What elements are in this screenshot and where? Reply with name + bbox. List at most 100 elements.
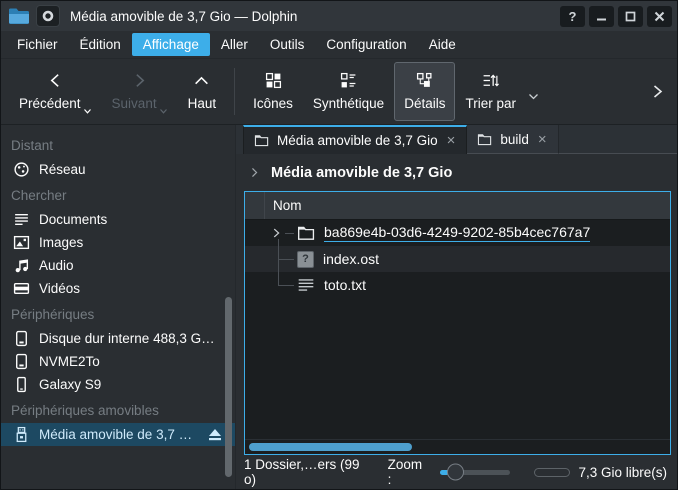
sort-icon: [482, 72, 499, 89]
section-header-search: Chercher: [1, 181, 235, 208]
sort-by-button[interactable]: Trier par: [455, 62, 526, 121]
column-header-nom[interactable]: Nom: [273, 198, 302, 213]
hard-drive-icon: [13, 353, 30, 370]
zoom-slider[interactable]: [440, 470, 510, 475]
sidebar-item-nvme2to[interactable]: NVME2To: [1, 350, 235, 373]
menu-aide[interactable]: Aide: [418, 33, 467, 56]
sidebar-item-galaxy-s9[interactable]: Galaxy S9: [1, 373, 235, 396]
menubar: Fichier Édition Affichage Aller Outils C…: [1, 31, 677, 59]
breadcrumb-location[interactable]: Média amovible de 3,7 Gio: [271, 165, 452, 181]
menu-configuration[interactable]: Configuration: [315, 33, 417, 56]
forward-button[interactable]: Suivant: [102, 62, 178, 121]
sidebar-item-images[interactable]: Images: [1, 231, 235, 254]
menu-edition[interactable]: Édition: [69, 33, 132, 56]
menu-aller[interactable]: Aller: [210, 33, 259, 56]
tree-line: [278, 239, 279, 285]
capacity-bar: [534, 468, 570, 477]
audio-icon: [13, 257, 30, 274]
sidebar-item-documents[interactable]: Documents: [1, 208, 235, 231]
tree-line: [278, 259, 294, 260]
tree-line: [285, 233, 294, 234]
chevron-up-icon: [193, 72, 210, 89]
icons-view-button[interactable]: Icônes: [243, 62, 303, 121]
window-title: Média amovible de 3,7 Gio — Dolphin: [70, 9, 556, 24]
file-name[interactable]: ba869e4b-03d6-4249-9202-85b4cec767a7: [324, 224, 590, 242]
titlebar-badge-icon[interactable]: [36, 5, 60, 27]
dolphin-app-folder-icon: [8, 7, 30, 25]
breadcrumb-chevron-icon: [248, 166, 261, 179]
minimize-button[interactable]: [589, 6, 614, 27]
file-name[interactable]: index.ost: [323, 251, 379, 267]
folder-icon: [477, 133, 492, 146]
titlebar: Média amovible de 3,7 Gio — Dolphin ?: [1, 1, 677, 31]
file-row-folder[interactable]: ba869e4b-03d6-4249-9202-85b4cec767a7: [245, 220, 670, 246]
tab-bar: Média amovible de 3,7 Gio × build ×: [236, 125, 677, 154]
eject-icon[interactable]: [207, 428, 223, 442]
file-name[interactable]: toto.txt: [324, 277, 366, 293]
status-bar: 1 Dossier,…ers (99 o) Zoom : 7,3 Gio lib…: [236, 455, 677, 489]
free-space-text: 7,3 Gio libre(s): [578, 465, 667, 480]
section-header-removable: Périphériques amovibles: [1, 396, 235, 423]
documents-icon: [13, 211, 30, 228]
tab-close-icon[interactable]: ×: [446, 133, 457, 148]
horizontal-scrollbar-handle[interactable]: [249, 443, 412, 451]
phone-icon: [13, 376, 30, 393]
items-summary: 1 Dossier,…ers (99 o): [244, 457, 372, 487]
menu-outils[interactable]: Outils: [259, 33, 316, 56]
section-header-remote: Distant: [1, 131, 235, 158]
images-icon: [13, 234, 30, 251]
usb-stick-icon: [13, 426, 30, 443]
column-header[interactable]: Nom: [245, 192, 670, 220]
dolphin-window: Média amovible de 3,7 Gio — Dolphin ? Fi…: [0, 0, 678, 490]
hard-drive-icon: [13, 330, 30, 347]
help-button[interactable]: ?: [560, 6, 585, 27]
chevron-right-icon: [131, 72, 148, 89]
places-panel: Distant Réseau Chercher Documents: [1, 125, 236, 489]
tab-bar-filler: [559, 125, 677, 154]
toolbar-separator: [234, 68, 235, 115]
sort-by-caret-icon[interactable]: [528, 93, 539, 101]
breadcrumb[interactable]: Média amovible de 3,7 Gio: [236, 154, 677, 191]
icons-view-icon: [265, 72, 282, 89]
sidebar-item-disque-interne[interactable]: Disque dur interne 488,3 G…: [1, 327, 235, 350]
chevron-left-icon: [47, 72, 64, 89]
back-history-caret-icon[interactable]: [83, 108, 92, 115]
sidebar-item-audio[interactable]: Audio: [1, 254, 235, 277]
horizontal-scrollbar[interactable]: [245, 439, 670, 454]
file-view-panel: Nom: [244, 191, 671, 455]
folder-icon: [297, 225, 315, 241]
sidebar-item-reseau[interactable]: Réseau: [1, 158, 235, 181]
menu-affichage[interactable]: Affichage: [132, 33, 210, 56]
tab-close-icon[interactable]: ×: [537, 132, 548, 147]
details-view-button[interactable]: Détails: [394, 62, 455, 121]
sidebar-scrollbar[interactable]: [225, 297, 232, 477]
file-rows: ba869e4b-03d6-4249-9202-85b4cec767a7 ? i…: [245, 220, 670, 454]
tab-media-amovible[interactable]: Média amovible de 3,7 Gio ×: [243, 125, 467, 154]
back-button[interactable]: Précédent: [9, 62, 102, 121]
forward-history-caret-icon: [159, 108, 168, 115]
file-row-index-ost[interactable]: ? index.ost: [245, 246, 670, 272]
close-button[interactable]: [647, 6, 672, 27]
menu-fichier[interactable]: Fichier: [6, 33, 69, 56]
toolbar-overflow-chevron-icon[interactable]: [646, 79, 669, 104]
tree-line: [278, 285, 294, 286]
column-header-indent: [245, 192, 265, 219]
zoom-label: Zoom :: [388, 457, 429, 487]
compact-view-button[interactable]: Synthétique: [303, 62, 394, 121]
main-area: Distant Réseau Chercher Documents: [1, 125, 677, 489]
up-button[interactable]: Haut: [178, 62, 227, 121]
text-file-icon: [297, 277, 315, 293]
content-area: Média amovible de 3,7 Gio × build ×: [236, 125, 677, 489]
unknown-file-icon: ?: [297, 251, 314, 268]
details-view-icon: [416, 72, 433, 89]
sidebar-item-videos[interactable]: Vidéos: [1, 277, 235, 300]
network-icon: [13, 161, 30, 178]
expander-chevron-icon[interactable]: [269, 226, 283, 240]
maximize-button[interactable]: [618, 6, 643, 27]
zoom-slider-handle[interactable]: [447, 464, 464, 481]
toolbar: Précédent Suivant Haut: [1, 59, 677, 125]
sidebar-item-media-amovible[interactable]: Média amovible de 3,7 …: [1, 423, 235, 446]
file-row-toto-txt[interactable]: toto.txt: [245, 272, 670, 298]
compact-view-icon: [340, 72, 357, 89]
tab-build[interactable]: build ×: [467, 125, 558, 154]
